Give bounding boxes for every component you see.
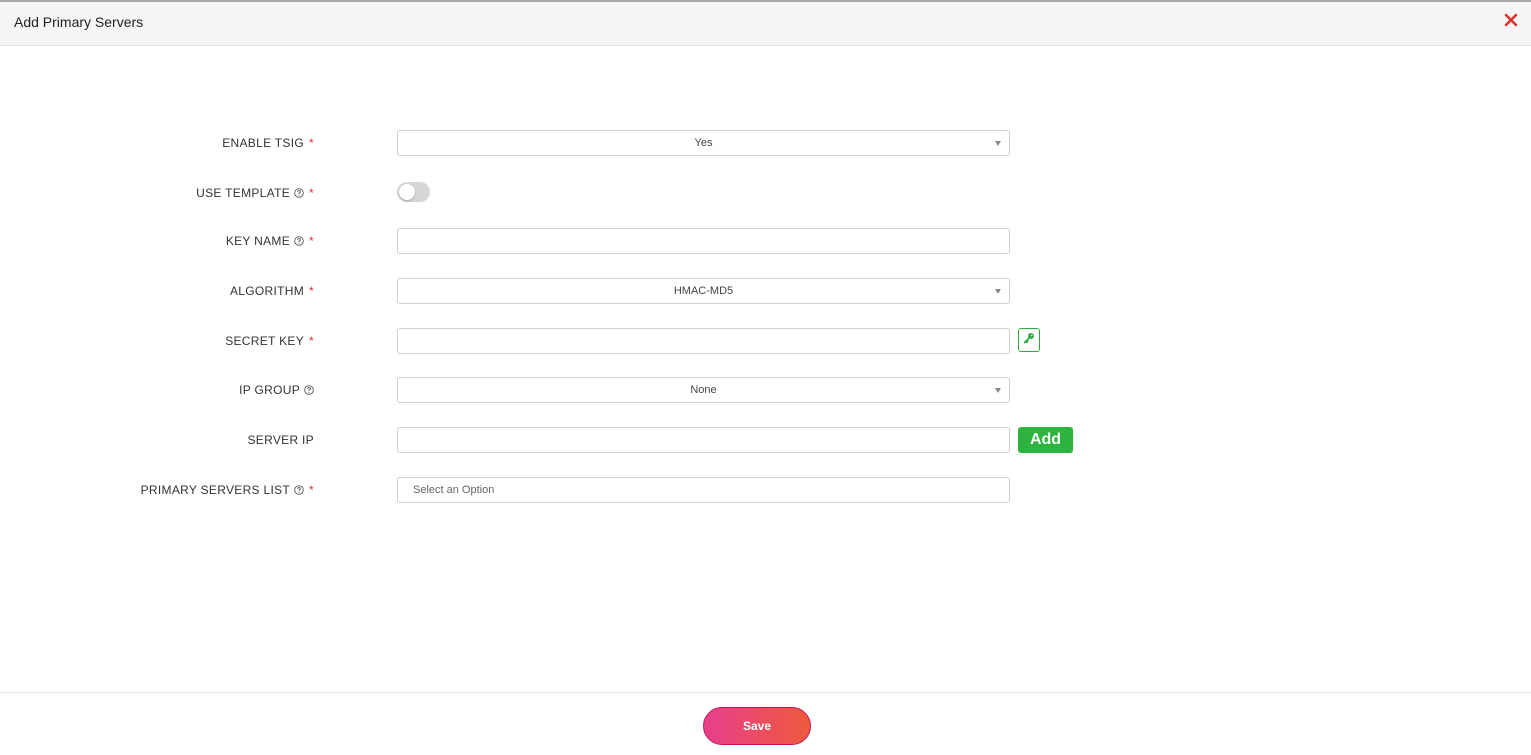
chevron-down-icon: [995, 141, 1001, 146]
use-template-label: USE TEMPLATE *: [196, 186, 314, 200]
chevron-down-icon: [995, 289, 1001, 294]
generate-key-button[interactable]: [1018, 328, 1040, 352]
secret-key-input[interactable]: [397, 328, 1010, 354]
dialog-title: Add Primary Servers: [14, 14, 144, 30]
use-template-row: USE TEMPLATE *: [0, 180, 1531, 206]
enable-tsig-select[interactable]: Yes: [397, 130, 1010, 156]
add-server-ip-button[interactable]: Add: [1018, 427, 1073, 453]
help-circle-icon[interactable]: [304, 385, 314, 395]
toggle-knob: [399, 184, 415, 200]
enable-tsig-row: ENABLE TSIG * Yes: [0, 130, 1531, 156]
secret-key-label-text: SECRET KEY: [225, 334, 305, 348]
required-marker: *: [309, 136, 314, 150]
server-ip-input[interactable]: [397, 427, 1010, 453]
enable-tsig-label: ENABLE TSIG *: [222, 136, 314, 150]
required-marker: *: [309, 284, 314, 298]
primary-servers-list-label: PRIMARY SERVERS LIST *: [141, 483, 314, 497]
server-ip-label: SERVER IP: [247, 433, 314, 447]
key-name-input[interactable]: [397, 228, 1010, 254]
close-icon[interactable]: [1503, 12, 1519, 28]
required-marker: *: [309, 234, 314, 248]
help-circle-icon[interactable]: [294, 236, 304, 246]
algorithm-value: HMAC-MD5: [673, 285, 734, 297]
key-name-row: KEY NAME *: [0, 228, 1531, 254]
footer-divider: [0, 692, 1531, 693]
primary-servers-list-row: PRIMARY SERVERS LIST * Select an Option: [0, 477, 1531, 503]
primary-servers-list-multiselect[interactable]: Select an Option: [397, 477, 1010, 503]
server-ip-label-text: SERVER IP: [247, 433, 314, 447]
enable-tsig-value: Yes: [694, 137, 713, 149]
algorithm-label-text: ALGORITHM: [229, 284, 305, 298]
help-circle-icon[interactable]: [294, 188, 304, 198]
save-button[interactable]: Save: [703, 707, 811, 745]
algorithm-row: ALGORITHM * HMAC-MD5: [0, 278, 1531, 304]
primary-servers-list-placeholder: Select an Option: [413, 484, 495, 496]
required-marker: *: [309, 334, 314, 348]
help-circle-icon[interactable]: [294, 485, 304, 495]
key-icon: [1023, 331, 1035, 349]
primary-servers-list-label-text: PRIMARY SERVERS LIST: [140, 483, 291, 497]
chevron-down-icon: [995, 388, 1001, 393]
key-name-label-text: KEY NAME: [225, 234, 291, 248]
ip-group-select[interactable]: None: [397, 377, 1010, 403]
required-marker: *: [309, 483, 314, 497]
algorithm-label: ALGORITHM *: [230, 284, 314, 298]
add-primary-servers-dialog: Add Primary Servers ENABLE TSIG * Yes US…: [0, 0, 1531, 755]
use-template-label-text: USE TEMPLATE: [196, 186, 291, 200]
enable-tsig-label-text: ENABLE TSIG: [222, 136, 305, 150]
ip-group-row: IP GROUP None: [0, 377, 1531, 403]
dialog-header: Add Primary Servers: [0, 2, 1531, 46]
algorithm-select[interactable]: HMAC-MD5: [397, 278, 1010, 304]
secret-key-label: SECRET KEY *: [225, 334, 314, 348]
ip-group-value: None: [690, 384, 717, 396]
required-marker: *: [309, 186, 314, 200]
use-template-toggle[interactable]: [397, 182, 430, 202]
ip-group-label-text: IP GROUP: [239, 383, 300, 397]
key-name-label: KEY NAME *: [226, 234, 314, 248]
ip-group-label: IP GROUP: [239, 383, 314, 397]
secret-key-row: SECRET KEY *: [0, 328, 1531, 354]
server-ip-row: SERVER IP Add: [0, 427, 1531, 453]
